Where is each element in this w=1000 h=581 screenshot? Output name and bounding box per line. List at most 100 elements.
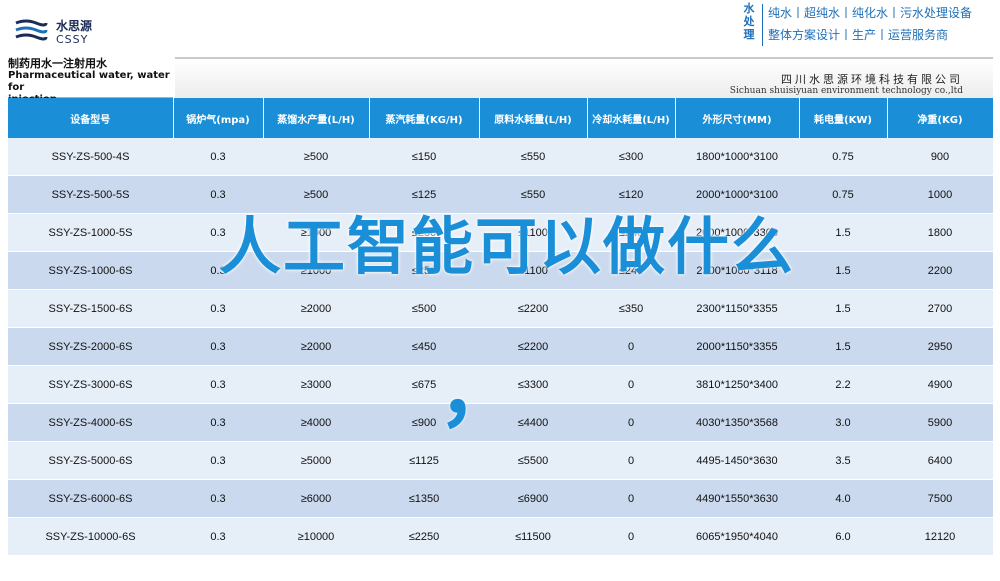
company-name-en: Sichuan shuisiyuan environment technolog… — [729, 86, 963, 96]
table-cell: ≥3000 — [263, 365, 369, 404]
table-cell: ≥2000 — [263, 327, 369, 366]
table-cell: ≥6000 — [263, 479, 369, 518]
table-cell: ≤300 — [587, 138, 675, 176]
vertical-label-char: 水 — [743, 2, 755, 15]
column-header: 设备型号 — [8, 98, 174, 138]
table-cell: ≤1350 — [369, 479, 479, 518]
table-cell: ≤1125 — [369, 441, 479, 480]
table-cell: SSY-ZS-500-4S — [8, 138, 173, 176]
table-cell: 0.3 — [173, 365, 263, 404]
table-cell: 900 — [887, 138, 993, 176]
table-cell: 6.0 — [799, 517, 887, 556]
table-cell: 6065*1950*4040 — [675, 517, 799, 556]
table-cell: 4.0 — [799, 479, 887, 518]
column-header: 原料水耗量(L/H) — [479, 98, 588, 138]
table-cell: 0.3 — [173, 289, 263, 328]
company-banner: 四川水思源环境科技有限公司 Sichuan shuisiyuan environ… — [175, 57, 993, 99]
table-cell: ≥2000 — [263, 289, 369, 328]
product-title: 制药用水一注射用水 Pharmaceutical water, water fo… — [8, 57, 173, 105]
table-cell: 3810*1250*3400 — [675, 365, 799, 404]
column-header: 净重(KG) — [887, 98, 994, 138]
table-cell: 0 — [587, 517, 675, 556]
services-line-2: 整体方案设计丨生产丨运营服务商 — [768, 28, 949, 42]
table-cell: SSY-ZS-4000-6S — [8, 403, 173, 442]
table-cell: 4030*1350*3568 — [675, 403, 799, 442]
table-cell: 0.3 — [173, 138, 263, 176]
water-drop-logo-icon — [15, 19, 48, 41]
table-cell: 6400 — [887, 441, 993, 480]
table-cell: ≥10000 — [263, 517, 369, 556]
table-row: SSY-ZS-1500-6S 0.3 ≥2000 ≤500 ≤2200 ≤350 2300*… — [8, 289, 993, 328]
table-cell: ≤500 — [369, 289, 479, 328]
table-cell: ≤350 — [587, 289, 675, 328]
table-cell: 12120 — [887, 517, 993, 556]
vertical-label-char: 理 — [743, 28, 755, 41]
table-cell: ≥5000 — [263, 441, 369, 480]
column-header: 冷却水耗量(L/H) — [587, 98, 676, 138]
table-cell: 3.5 — [799, 441, 887, 480]
table-cell: 0 — [587, 403, 675, 442]
table-cell: 0.3 — [173, 327, 263, 366]
table-cell: 2.2 — [799, 365, 887, 404]
table-cell: 3.0 — [799, 403, 887, 442]
table-cell: ≥500 — [263, 138, 369, 176]
product-title-en-1: Pharmaceutical water, water for — [8, 70, 170, 93]
table-cell: 2300*1150*3355 — [675, 289, 799, 328]
table-cell: 0.3 — [173, 479, 263, 518]
table-cell: SSY-ZS-6000-6S — [8, 479, 173, 518]
services-list: 纯水丨超纯水丨纯化水丨污水处理设备 整体方案设计丨生产丨运营服务商 — [768, 2, 972, 46]
table-cell: 1.5 — [799, 289, 887, 328]
table-cell: 0.75 — [799, 138, 887, 176]
overlay-headline: 人工智能可以做什么 — [218, 210, 795, 283]
table-cell: ≤5500 — [479, 441, 587, 480]
product-title-cn: 制药用水一注射用水 — [8, 57, 107, 70]
vertical-label: 水 处 理 — [738, 2, 760, 46]
page-header: 水思源 CSSY 水 处 理 纯水丨超纯水丨纯化水丨污水处理设备 整体方案设计丨… — [0, 0, 1000, 55]
table-cell: 4490*1550*3630 — [675, 479, 799, 518]
table-row: SSY-ZS-5000-6S 0.3 ≥5000 ≤1125 ≤5500 0 4495-14… — [8, 441, 993, 480]
table-cell: 0.3 — [173, 517, 263, 556]
table-header-row: 设备型号 锅炉气(mpa) 蒸馏水产量(L/H) 蒸汽耗量(KG/H) 原料水耗… — [8, 98, 994, 138]
services-line-1: 纯水丨超纯水丨纯化水丨污水处理设备 — [768, 6, 973, 20]
table-cell: 2000*1150*3355 — [675, 327, 799, 366]
table-cell: 0.3 — [173, 441, 263, 480]
column-header: 耗电量(KW) — [799, 98, 888, 138]
table-cell: 7500 — [887, 479, 993, 518]
table-cell: ≥4000 — [263, 403, 369, 442]
brand-logo[interactable]: 水思源 CSSY — [14, 15, 214, 49]
table-cell: 5900 — [887, 403, 993, 442]
spec-table: 设备型号 锅炉气(mpa) 蒸馏水产量(L/H) 蒸汽耗量(KG/H) 原料水耗… — [8, 98, 994, 556]
table-row: SSY-ZS-500-4S 0.3 ≥500 ≤150 ≤550 ≤300 1800*100… — [8, 138, 993, 176]
column-header: 锅炉气(mpa) — [173, 98, 264, 138]
table-cell: ≤2200 — [479, 289, 587, 328]
table-cell: SSY-ZS-5000-6S — [8, 441, 173, 480]
table-cell: 1.5 — [799, 327, 887, 366]
overlay-comma: ， — [438, 345, 518, 438]
table-row: SSY-ZS-10000-6S 0.3 ≥10000 ≤2250 ≤11500 0 6065… — [8, 517, 993, 556]
table-cell: ≤2250 — [369, 517, 479, 556]
column-header: 外形尺寸(MM) — [675, 98, 800, 138]
table-row: SSY-ZS-6000-6S 0.3 ≥6000 ≤1350 ≤6900 0 4490*15… — [8, 479, 993, 518]
table-cell: ≤150 — [369, 138, 479, 176]
table-cell: 4495-1450*3630 — [675, 441, 799, 480]
table-cell: 0 — [587, 441, 675, 480]
table-cell: ≤11500 — [479, 517, 587, 556]
table-cell: ≤550 — [479, 138, 587, 176]
table-cell: ≤6900 — [479, 479, 587, 518]
table-cell: 0.3 — [173, 403, 263, 442]
table-cell: SSY-ZS-2000-6S — [8, 327, 173, 366]
vertical-label-char: 处 — [743, 15, 755, 28]
table-cell: SSY-ZS-3000-6S — [8, 365, 173, 404]
column-header: 蒸馏水产量(L/H) — [263, 98, 370, 138]
table-cell: 4900 — [887, 365, 993, 404]
table-cell: SSY-ZS-1500-6S — [8, 289, 173, 328]
table-cell: SSY-ZS-10000-6S — [8, 517, 173, 556]
brand-name-cn: 水思源 — [56, 19, 93, 33]
table-cell: 0 — [587, 327, 675, 366]
header-divider — [762, 4, 763, 46]
table-cell: 2950 — [887, 327, 993, 366]
column-header: 蒸汽耗量(KG/H) — [369, 98, 480, 138]
table-cell: 0 — [587, 365, 675, 404]
brand-name-en: CSSY — [56, 33, 89, 46]
table-cell: 2700 — [887, 289, 993, 328]
